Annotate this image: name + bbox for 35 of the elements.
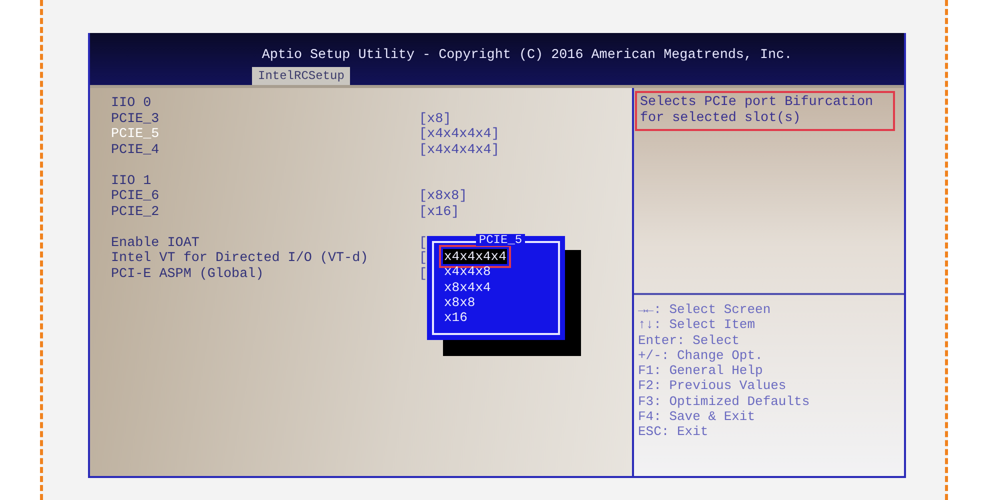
setting-value: [ xyxy=(419,236,428,251)
option-item[interactable]: x4x4x8 xyxy=(443,264,492,280)
tab[interactable]: IntelRCSetup xyxy=(252,67,350,85)
key-hint: →←: Select Screen xyxy=(638,302,772,318)
key-hint: F4: Save & Exit xyxy=(638,409,756,424)
section-header: IIO 0 xyxy=(111,96,152,112)
help-text: Selects PCIe port Bifurcation for selected slot(s) xyxy=(637,93,893,129)
setting-value: [ xyxy=(419,266,428,282)
window-title: Aptio Setup Utility - Copyright (C) 2016 American Megatrends, Inc. xyxy=(262,48,792,64)
option-item[interactable]: x4x4x4x4 xyxy=(443,249,508,264)
key-hint: +/-: Change Opt. xyxy=(638,348,764,364)
section-header: IIO 1 xyxy=(111,174,152,189)
setting-label[interactable]: PCIE_3 xyxy=(111,112,419,127)
setting-label[interactable]: PCIE_6 xyxy=(111,189,419,204)
key-hint: F2: Previous Values xyxy=(638,378,788,394)
key-hint: F3: Optimized Defaults xyxy=(638,394,811,410)
setting-label[interactable]: PCI-E ASPM (Global) xyxy=(111,266,419,282)
setting-value: [ xyxy=(419,251,428,266)
option-item[interactable]: x16 xyxy=(443,310,468,326)
setting-value: [x4x4x4x4] xyxy=(419,142,500,158)
key-hint: F1: General Help xyxy=(638,363,764,378)
setting-value: [x8x8] xyxy=(419,189,468,204)
setting-label[interactable]: PCIE_4 xyxy=(111,142,419,158)
option-item[interactable]: x8x8 xyxy=(443,294,476,310)
popup-title: PCIE_5 xyxy=(476,234,526,246)
setting-value: [x4x4x4x4] xyxy=(419,127,500,142)
setting-label[interactable]: Enable IOAT xyxy=(111,236,419,251)
setting-label[interactable]: Intel VT for Directed I/O (VT-d) xyxy=(111,251,419,266)
option-item[interactable]: x8x4x4 xyxy=(443,280,492,295)
setting-value: [x8] xyxy=(419,112,452,127)
key-hint: Enter: Select xyxy=(638,332,740,348)
setting-value: [x16] xyxy=(419,204,460,220)
setting-label[interactable]: PCIE_2 xyxy=(111,204,419,220)
key-hint: ESC: Exit xyxy=(638,424,710,440)
key-hint: ↑↓: Select Item xyxy=(638,317,756,333)
